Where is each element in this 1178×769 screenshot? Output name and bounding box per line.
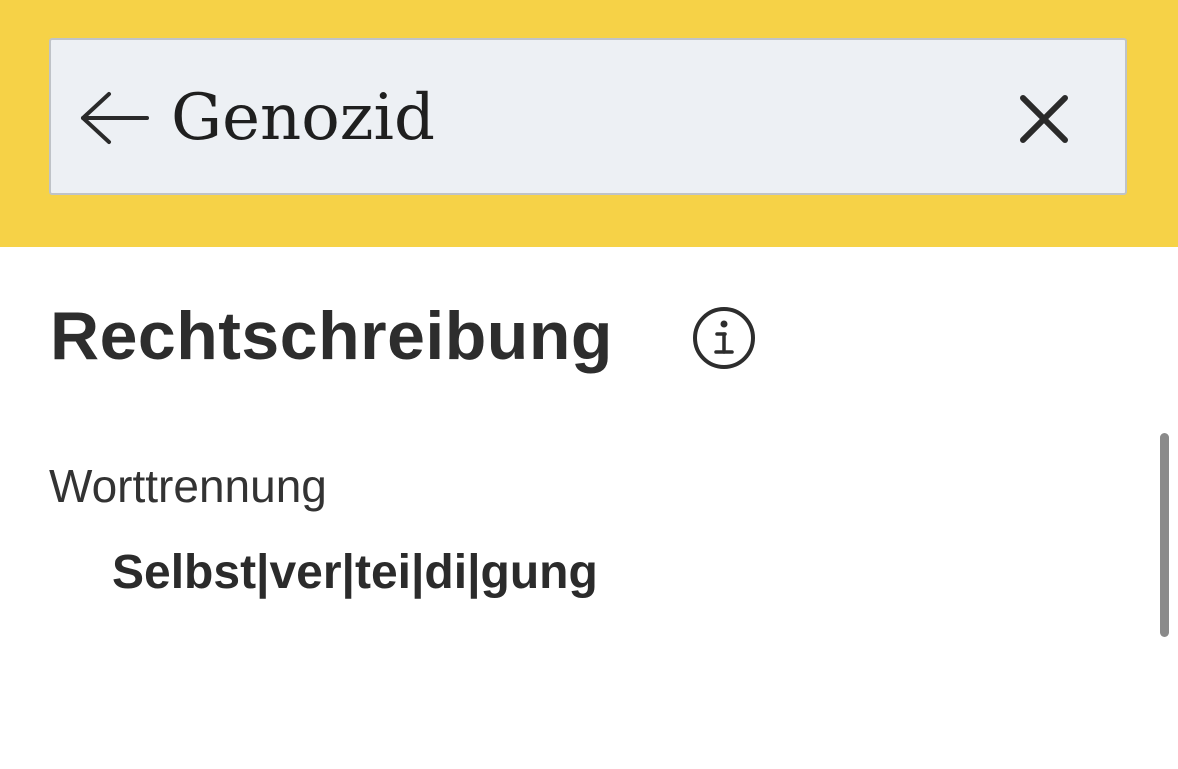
hyphenation-label: Worttrennung [49,460,327,512]
search-input[interactable] [171,76,991,160]
hyphenation-value: Selbst|ver|tei|di|gung [112,546,598,599]
scrollbar[interactable] [1160,433,1169,637]
arrow-left-icon[interactable] [79,88,151,148]
search-box [49,38,1127,195]
header-bar [0,0,1178,247]
info-icon[interactable] [692,306,756,370]
close-icon[interactable] [1015,90,1073,148]
section-title: Rechtschreibung [50,298,613,374]
